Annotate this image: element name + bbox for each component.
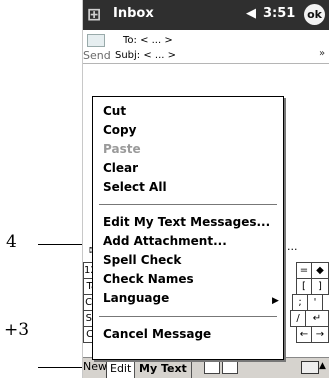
menu-item-clear[interactable]: Clear [103,161,138,175]
app-title: Inbox [113,6,154,21]
subject-field[interactable]: Subj: < ... > [115,50,176,61]
menu-separator [99,316,277,317]
key-close-bracket[interactable]: ] [311,278,329,295]
key-right-arrow[interactable]: → [311,326,329,343]
header-divider [83,63,329,64]
menu-separator [99,204,277,205]
menu-item-check-names[interactable]: Check Names [103,272,194,286]
menu-item-cut[interactable]: Cut [103,104,126,118]
key-slash[interactable]: / [290,310,306,327]
input-panel-icon[interactable] [301,361,319,374]
callout-label-3: +3 [4,320,30,340]
submenu-arrow-icon: ▶ [272,296,279,306]
menu-item-select-all[interactable]: Select All [103,180,167,194]
key-enter[interactable]: ↵ [305,310,329,327]
key-backspace[interactable]: ◆ [311,262,329,279]
key-equals[interactable]: = [296,262,312,279]
send-icon[interactable] [87,34,105,47]
menu-item-paste: Paste [103,142,141,156]
send-button[interactable]: Send [83,49,111,62]
bottom-menu-bar: New Edit My Text ▲ [83,357,329,378]
edit-menu[interactable]: Edit [106,358,136,378]
keyboard-toolbar-icon[interactable] [204,361,220,374]
menu-item-language[interactable]: Language [103,291,169,305]
new-menu[interactable]: New [83,360,107,373]
clock[interactable]: 3:51 [263,6,295,21]
speaker-icon[interactable]: ◀ [246,6,256,21]
to-field[interactable]: To: < ... > [123,35,173,46]
edit-popup-menu: Cut Copy Paste Clear Select All Edit My … [92,96,284,360]
menu-item-cancel-message[interactable]: Cancel Message [103,327,211,341]
ok-button[interactable]: ok [304,4,325,25]
my-text-menu[interactable]: My Text [134,358,192,378]
menu-item-edit-my-text[interactable]: Edit My Text Messages... [103,215,270,229]
input-selector-arrow-icon[interactable]: ▲ [319,361,326,371]
picture-toolbar-icon[interactable] [222,361,238,374]
callout-label-4: 4 [6,232,17,252]
message-header: Send To: < ... > Subj: < ... > » [83,30,329,64]
key-quote[interactable]: ' [307,294,323,311]
menu-item-spell-check[interactable]: Spell Check [103,253,181,267]
windows-start-icon[interactable]: ⊞ [87,5,107,25]
title-bar: ⊞ Inbox ◀ 3:51 ok [83,0,329,30]
key-semicolon[interactable]: ; [292,294,308,311]
menu-item-add-attachment[interactable]: Add Attachment... [103,234,227,248]
menu-item-copy[interactable]: Copy [103,123,136,137]
callout-line-3 [38,367,84,368]
expand-chevron-icon[interactable]: » [319,48,325,59]
key-left-arrow[interactable]: ← [296,326,312,343]
key-open-bracket[interactable]: [ [296,278,312,295]
ellipsis-text: ... [287,240,298,253]
